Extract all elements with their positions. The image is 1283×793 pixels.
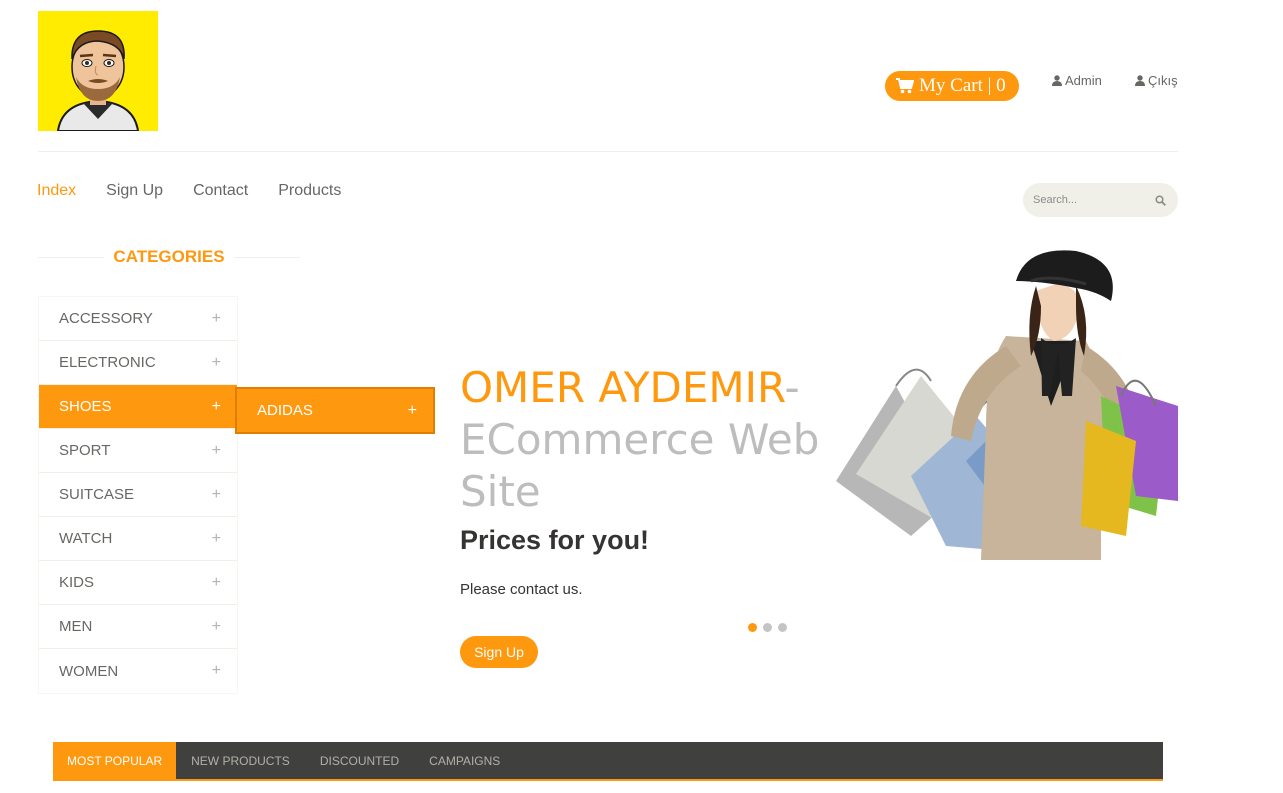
search-box	[1023, 183, 1178, 217]
expand-plus-icon[interactable]: +	[212, 398, 221, 416]
expand-plus-icon[interactable]: +	[212, 486, 221, 504]
category-label: SUITCASE	[59, 486, 135, 503]
slide-subtitle: Prices for you!	[460, 525, 650, 555]
tab-campaigns[interactable]: CAMPAIGNS	[414, 742, 515, 779]
category-item-sport[interactable]: SPORT +	[39, 429, 237, 473]
expand-plus-icon[interactable]: +	[212, 530, 221, 548]
category-label: SHOES	[59, 398, 112, 415]
expand-plus-icon[interactable]: +	[212, 310, 221, 328]
category-item-accessory[interactable]: ACCESSORY +	[39, 297, 237, 341]
category-label: WATCH	[59, 530, 113, 547]
category-item-watch[interactable]: WATCH +	[39, 517, 237, 561]
user-icon	[1135, 75, 1145, 86]
tab-most-popular[interactable]: MOST POPULAR	[53, 742, 177, 779]
categories-title: CATEGORIES	[113, 247, 225, 266]
hero-shopping-woman-image	[836, 250, 1178, 560]
category-item-women[interactable]: WOMEN +	[39, 649, 237, 693]
category-label: MEN	[59, 618, 93, 635]
slider-dot[interactable]	[763, 623, 772, 632]
slide-title: OMER AYDEMIR-ECommerce Web Site	[460, 362, 820, 518]
category-item-suitcase[interactable]: SUITCASE +	[39, 473, 237, 517]
search-icon[interactable]	[1155, 194, 1166, 206]
category-item-kids[interactable]: KIDS +	[39, 561, 237, 605]
expand-plus-icon[interactable]: +	[212, 442, 221, 460]
category-label: ELECTRONIC	[59, 354, 156, 371]
cart-label: My Cart | 0	[919, 75, 1006, 96]
subcategory-item-adidas[interactable]: ADIDAS +	[235, 387, 435, 434]
category-label: WOMEN	[59, 662, 119, 680]
expand-plus-icon[interactable]: +	[212, 354, 221, 372]
expand-plus-icon[interactable]: +	[408, 402, 417, 420]
slider-dot[interactable]	[778, 623, 787, 632]
admin-link[interactable]: Admin	[1052, 73, 1102, 88]
category-list: ACCESSORY + ELECTRONIC + SHOES + SPORT +…	[38, 296, 238, 694]
site-logo[interactable]	[38, 11, 158, 131]
header-divider	[38, 151, 1178, 152]
expand-plus-icon[interactable]: +	[212, 574, 221, 592]
slide-title-highlight: OMER AYDEMIR	[460, 363, 785, 412]
nav-item-products[interactable]: Products	[278, 182, 341, 200]
slide-sign-up-button[interactable]: Sign Up	[460, 636, 538, 668]
product-tabs: MOST POPULAR NEW PRODUCTS DISCOUNTED CAM…	[53, 742, 1163, 781]
category-label: ACCESSORY	[59, 310, 153, 327]
categories-heading: CATEGORIES	[38, 245, 300, 269]
user-icon	[1052, 75, 1062, 86]
nav-item-sign-up[interactable]: Sign Up	[106, 182, 163, 200]
expand-plus-icon[interactable]: +	[212, 662, 221, 680]
slider-indicators	[748, 623, 787, 632]
category-item-men[interactable]: MEN +	[39, 605, 237, 649]
nav-item-contact[interactable]: Contact	[193, 182, 248, 200]
subcategory-label: ADIDAS	[257, 402, 313, 419]
main-nav: Index Sign Up Contact Products	[37, 182, 341, 200]
tab-new-products[interactable]: NEW PRODUCTS	[176, 742, 305, 779]
logout-link[interactable]: Çıkış	[1135, 73, 1178, 88]
slider-dot[interactable]	[748, 623, 757, 632]
category-item-electronic[interactable]: ELECTRONIC +	[39, 341, 237, 385]
cart-button[interactable]: My Cart | 0	[885, 71, 1019, 101]
slide-text: Please contact us.	[460, 581, 583, 598]
tab-discounted[interactable]: DISCOUNTED	[305, 742, 414, 779]
logout-label: Çıkış	[1148, 73, 1178, 88]
category-label: SPORT	[59, 442, 111, 459]
search-input[interactable]	[1033, 194, 1153, 206]
expand-plus-icon[interactable]: +	[212, 618, 221, 636]
category-label: KIDS	[59, 574, 95, 591]
admin-label: Admin	[1065, 73, 1102, 88]
shopping-cart-icon	[896, 78, 914, 94]
avatar-logo-image	[38, 11, 158, 131]
category-item-shoes[interactable]: SHOES +	[39, 385, 237, 429]
nav-item-index[interactable]: Index	[37, 182, 76, 200]
